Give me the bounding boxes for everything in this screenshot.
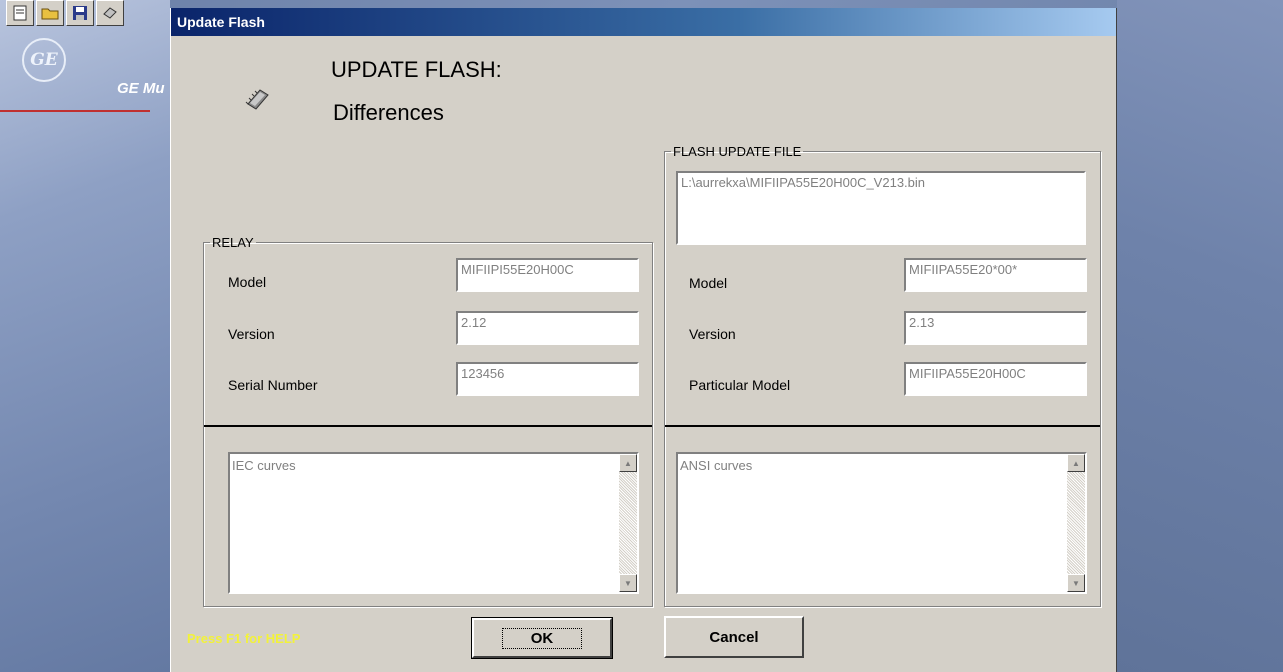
update-flash-dialog: Update Flash UPDATE FLASH: Differences R… [170, 8, 1117, 672]
relay-version-field[interactable]: 2.12 [456, 311, 639, 345]
file-version-label: Version [689, 326, 736, 342]
relay-curves-list[interactable]: IEC curves ▲ ▼ [228, 452, 639, 594]
file-particular-field[interactable]: MIFIIPA55E20H00C [904, 362, 1087, 396]
relay-separator [204, 425, 652, 427]
relay-version-label: Version [228, 326, 275, 342]
new-file-icon[interactable] [6, 0, 34, 26]
relay-serial-label: Serial Number [228, 377, 318, 393]
list-item: IEC curves [232, 458, 296, 473]
ok-button-label: OK [501, 627, 583, 649]
relay-serial-field[interactable]: 123456 [456, 362, 639, 396]
background-toolbar [6, 0, 124, 26]
flash-file-path-field[interactable]: L:\aurrekxa\MIFIIPA55E20H00C_V213.bin [676, 171, 1086, 245]
scroll-up-arrow-icon[interactable]: ▲ [619, 454, 637, 472]
scroll-down-arrow-icon[interactable]: ▼ [1067, 574, 1085, 592]
file-curves-list[interactable]: ANSI curves ▲ ▼ [676, 452, 1087, 594]
cancel-button[interactable]: Cancel [664, 616, 804, 658]
dialog-subheading: Differences [333, 100, 444, 125]
flash-file-legend: FLASH UPDATE FILE [673, 144, 802, 159]
file-particular-label: Particular Model [689, 377, 791, 393]
scroll-down-arrow-icon[interactable]: ▼ [619, 574, 637, 592]
dialog-heading: UPDATE FLASH: [331, 57, 502, 82]
file-separator [665, 425, 1100, 427]
decorative-divider [0, 110, 150, 112]
file-version-field[interactable]: 2.13 [904, 311, 1087, 345]
relay-scrollbar[interactable]: ▲ ▼ [619, 454, 637, 592]
file-model-field[interactable]: MIFIIPA55E20*00* [904, 258, 1087, 292]
chip-icon [245, 89, 269, 110]
background-app-panel [0, 0, 170, 672]
logo-text: GE [30, 50, 58, 70]
list-item: ANSI curves [680, 458, 753, 473]
scroll-up-arrow-icon[interactable]: ▲ [1067, 454, 1085, 472]
open-folder-icon[interactable] [36, 0, 64, 26]
relay-model-label: Model [228, 274, 267, 290]
relay-legend: RELAY [212, 235, 254, 250]
save-icon[interactable] [66, 0, 94, 26]
ok-button[interactable]: OK [471, 617, 613, 659]
relay-model-field[interactable]: MIFIIPI55E20H00C [456, 258, 639, 292]
brand-text: GE Mu [117, 80, 165, 97]
print-icon[interactable] [96, 0, 124, 26]
file-scrollbar[interactable]: ▲ ▼ [1067, 454, 1085, 592]
dialog-titlebar[interactable]: Update Flash [171, 8, 1116, 36]
file-model-label: Model [689, 275, 728, 291]
ge-logo-icon: GE [22, 38, 66, 82]
help-hint: Press F1 for HELP [187, 631, 301, 646]
background-app-panel-right [1117, 0, 1283, 672]
